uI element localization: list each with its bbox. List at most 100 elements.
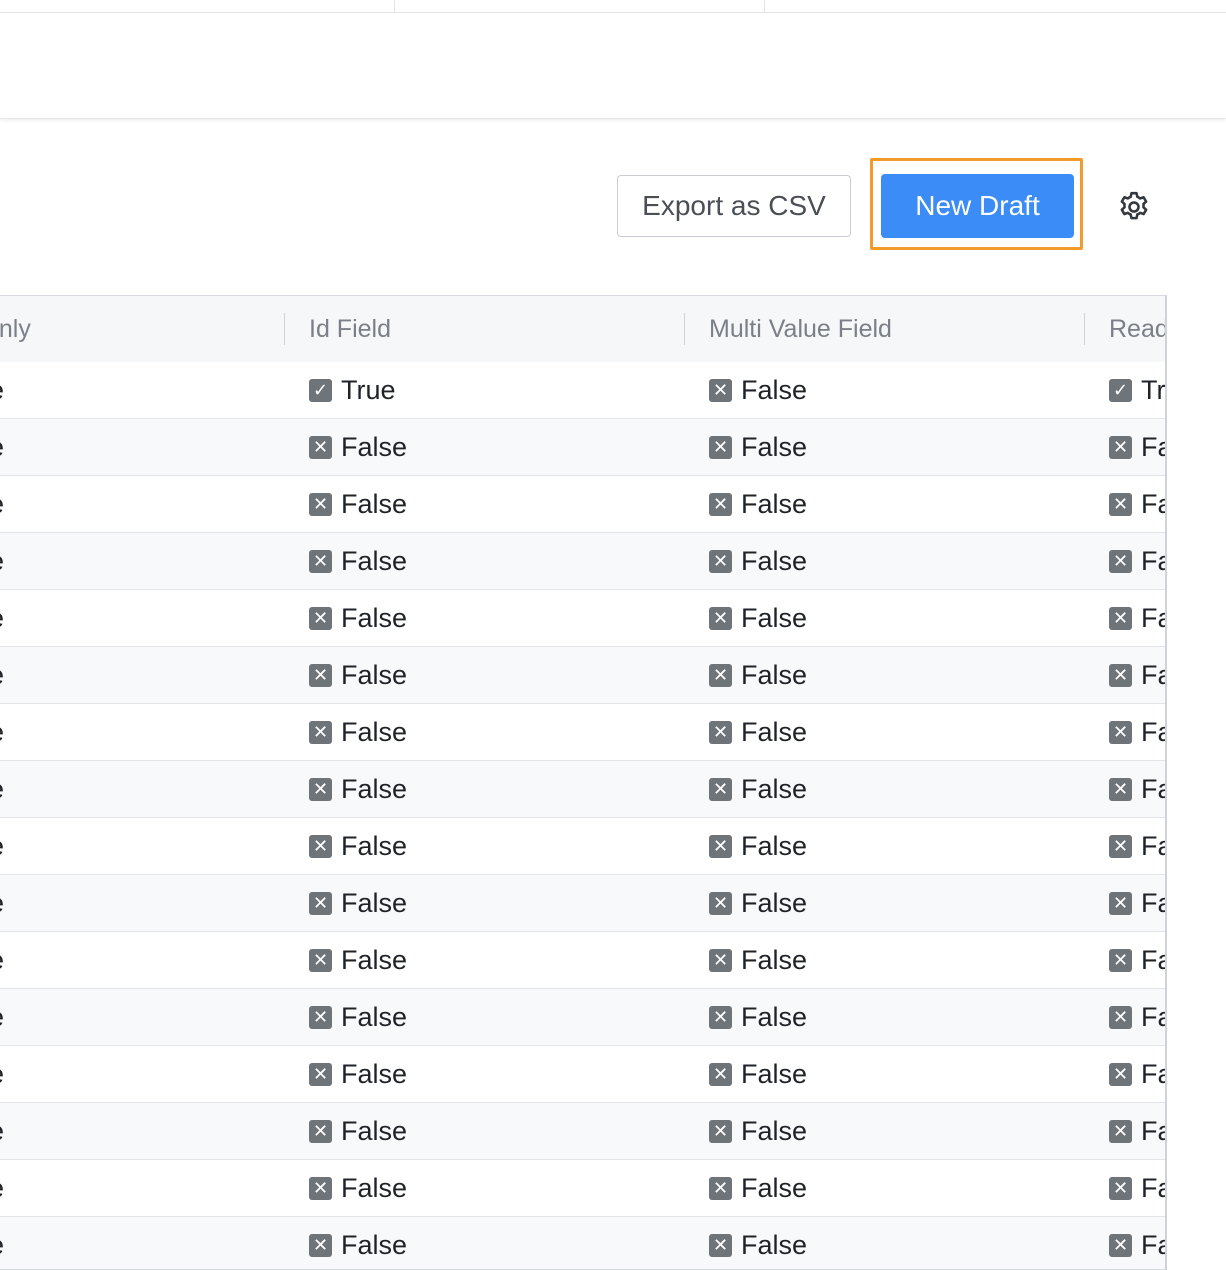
cell-value: True [341,374,396,405]
table-row[interactable]: e ✕ False ✕ False ✕ Fa [0,647,1165,704]
table-row[interactable]: e ✓ True ✕ False ✓ Tr [0,362,1165,419]
cell-id-field: ✕ False [309,647,407,703]
cell-id-field: ✓ True [309,362,396,418]
cell-multi-value-field: ✕ False [709,761,807,817]
table-header: only Id Field Multi Value Field Read [0,296,1165,363]
table-row[interactable]: e ✕ False ✕ False ✕ Fa [0,1103,1165,1160]
cell-value: False [741,1172,808,1203]
table-row[interactable]: e ✕ False ✕ False ✕ Fa [0,932,1165,989]
cell-value: False [741,602,808,633]
cell-read: ✕ Fa [1109,590,1165,646]
cell-value: Fa [1141,773,1165,804]
cell-truncated: e [0,704,4,760]
close-box-icon: ✕ [1109,663,1132,687]
cell-value: Fa [1141,488,1165,519]
cell-value: Fa [1141,545,1165,576]
close-box-icon: ✕ [709,492,732,516]
cell-id-field: ✕ False [309,818,407,874]
cell-multi-value-field: ✕ False [709,1103,807,1159]
close-box-icon: ✕ [1109,777,1132,801]
new-draft-button[interactable]: New Draft [881,174,1074,238]
cell-value: False [741,1229,808,1260]
cell-read: ✕ Fa [1109,1103,1165,1159]
cell-value: False [341,1001,408,1032]
table-row[interactable]: e ✕ False ✕ False ✕ Fa [0,704,1165,761]
table-row[interactable]: e ✕ False ✕ False ✕ Fa [0,875,1165,932]
close-box-icon: ✕ [709,777,732,801]
cell-truncated: e [0,761,4,817]
tab-divider [394,0,395,12]
table-row[interactable]: e ✕ False ✕ False ✕ Fa [0,476,1165,533]
table-row[interactable]: e ✕ False ✕ False ✕ Fa [0,761,1165,818]
close-box-icon: ✕ [709,1062,732,1086]
cell-read: ✓ Tr [1109,362,1165,418]
close-box-icon: ✕ [1109,834,1132,858]
cell-value: False [341,1172,408,1203]
close-box-icon: ✕ [309,948,332,972]
cell-value: Tr [1141,374,1166,405]
column-header-read[interactable]: Read [1109,296,1165,362]
cell-truncated: e [0,533,4,589]
cell-value: False [741,716,808,747]
cell-read: ✕ Fa [1109,533,1165,589]
column-divider[interactable] [1084,313,1085,345]
export-csv-button[interactable]: Export as CSV [617,175,851,237]
close-box-icon: ✕ [709,1119,732,1143]
cell-value: False [341,944,408,975]
cell-value: Fa [1141,431,1165,462]
close-box-icon: ✕ [709,720,732,744]
table-row[interactable]: e ✕ False ✕ False ✕ Fa [0,533,1165,590]
cell-read: ✕ Fa [1109,1160,1165,1216]
table-row[interactable]: e ✕ False ✕ False ✕ Fa [0,1217,1165,1269]
table-row[interactable]: e ✕ False ✕ False ✕ Fa [0,989,1165,1046]
column-divider[interactable] [684,313,685,345]
close-box-icon: ✕ [309,492,332,516]
table-row[interactable]: e ✕ False ✕ False ✕ Fa [0,818,1165,875]
checkbox-checked-icon: ✓ [1109,378,1132,402]
table-row[interactable]: e ✕ False ✕ False ✕ Fa [0,419,1165,476]
cell-truncated: e [0,1046,4,1102]
cell-truncated: e [0,1217,4,1269]
close-box-icon: ✕ [309,435,332,459]
cell-id-field: ✕ False [309,875,407,931]
cell-truncated: e [0,818,4,874]
cell-read: ✕ Fa [1109,704,1165,760]
cell-multi-value-field: ✕ False [709,590,807,646]
cell-truncated: e [0,419,4,475]
cell-read: ✕ Fa [1109,647,1165,703]
close-box-icon: ✕ [1109,1233,1132,1257]
cell-id-field: ✕ False [309,533,407,589]
column-header-multi-value-field[interactable]: Multi Value Field [709,296,892,362]
table-row[interactable]: e ✕ False ✕ False ✕ Fa [0,1046,1165,1103]
column-header[interactable]: only [0,296,31,362]
cell-truncated: e [0,590,4,646]
cell-read: ✕ Fa [1109,1217,1165,1269]
cell-value: False [741,1115,808,1146]
cell-value: False [741,374,808,405]
cell-value: False [741,944,808,975]
cell-value: False [741,431,808,462]
cell-truncated: e [0,875,4,931]
close-box-icon: ✕ [1109,549,1132,573]
table-row[interactable]: e ✕ False ✕ False ✕ Fa [0,590,1165,647]
cell-id-field: ✕ False [309,761,407,817]
cell-id-field: ✕ False [309,1103,407,1159]
cell-value: Fa [1141,1058,1165,1089]
cell-value: False [341,773,408,804]
cell-read: ✕ Fa [1109,875,1165,931]
cell-value: Fa [1141,602,1165,633]
gear-icon[interactable] [1116,189,1152,225]
cell-id-field: ✕ False [309,932,407,988]
cell-multi-value-field: ✕ False [709,419,807,475]
table-row[interactable]: e ✕ False ✕ False ✕ Fa [0,1160,1165,1217]
close-box-icon: ✕ [709,435,732,459]
top-header [0,0,1226,119]
close-box-icon: ✕ [709,948,732,972]
cell-value: Fa [1141,1115,1165,1146]
column-header-id-field[interactable]: Id Field [309,296,391,362]
column-divider[interactable] [284,313,285,345]
checkbox-checked-icon: ✓ [309,378,332,402]
close-box-icon: ✕ [1109,492,1132,516]
close-box-icon: ✕ [1109,1005,1132,1029]
close-box-icon: ✕ [1109,720,1132,744]
